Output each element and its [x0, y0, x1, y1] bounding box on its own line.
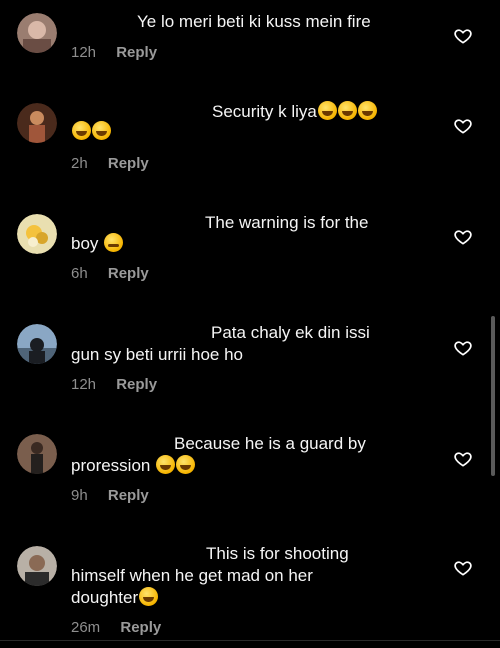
comment-meta: 9h Reply: [71, 487, 149, 504]
reply-button[interactable]: Reply: [108, 487, 149, 504]
laughing-emoji-icon: [72, 121, 91, 140]
avatar[interactable]: [17, 13, 57, 53]
laughing-emoji-icon: [156, 455, 176, 474]
comment-meta: 12h Reply: [71, 376, 157, 393]
comment-text: The warning is for the: [205, 213, 369, 232]
comment-text: Because he is a guard by: [174, 434, 366, 453]
grinning-squinting-emoji-icon: [139, 587, 159, 606]
comment-text: Ye lo meri beti ki kuss mein fire: [137, 12, 371, 31]
comment-time: 6h: [71, 265, 88, 282]
heart-icon[interactable]: [453, 227, 473, 247]
comment-meta: 26m Reply: [71, 619, 161, 636]
laughing-emoji-icon: [176, 455, 196, 474]
comment-time: 12h: [71, 44, 97, 61]
heart-icon[interactable]: [453, 338, 473, 358]
comment-text: This is for shooting: [206, 544, 349, 563]
reply-button[interactable]: Reply: [120, 619, 161, 636]
laughing-emoji-icon: [357, 101, 377, 120]
comment-time: 2h: [71, 155, 88, 172]
avatar[interactable]: [17, 434, 57, 474]
heart-icon[interactable]: [453, 26, 473, 46]
reply-button[interactable]: Reply: [116, 44, 157, 61]
comment-text-continuation: [71, 121, 416, 143]
comment-time: 12h: [71, 376, 97, 393]
divider: [0, 640, 500, 641]
reply-button[interactable]: Reply: [116, 376, 157, 393]
laughing-emoji-icon: [337, 101, 357, 120]
scrollbar[interactable]: [491, 316, 495, 476]
comment-text-continuation: himself when he get mad on her: [71, 566, 313, 585]
avatar[interactable]: [17, 324, 57, 364]
reply-button[interactable]: Reply: [108, 155, 149, 172]
heart-icon[interactable]: [453, 449, 473, 469]
winking-emoji-icon: [104, 233, 124, 252]
avatar[interactable]: [17, 103, 57, 143]
avatar[interactable]: [17, 214, 57, 254]
laughing-emoji-icon: [317, 101, 337, 120]
comment-text-continuation: gun sy beti urrii hoe ho: [71, 345, 243, 364]
comment-text-continuation: doughter: [71, 587, 416, 609]
comment-meta: 12h Reply: [71, 44, 157, 61]
comment-time: 26m: [71, 619, 101, 636]
comment-meta: 6h Reply: [71, 265, 149, 282]
laughing-emoji-icon: [92, 121, 111, 140]
comment-text-continuation: boy: [71, 233, 416, 255]
reply-button[interactable]: Reply: [108, 265, 149, 282]
comment-text: Pata chaly ek din issi: [211, 323, 370, 342]
comment-text-continuation: proression: [71, 455, 416, 477]
comment-text: Security k liya: [212, 101, 432, 123]
heart-icon[interactable]: [453, 116, 473, 136]
avatar[interactable]: [17, 546, 57, 586]
heart-icon[interactable]: [453, 558, 473, 578]
comment-time: 9h: [71, 487, 88, 504]
comment-meta: 2h Reply: [71, 155, 149, 172]
